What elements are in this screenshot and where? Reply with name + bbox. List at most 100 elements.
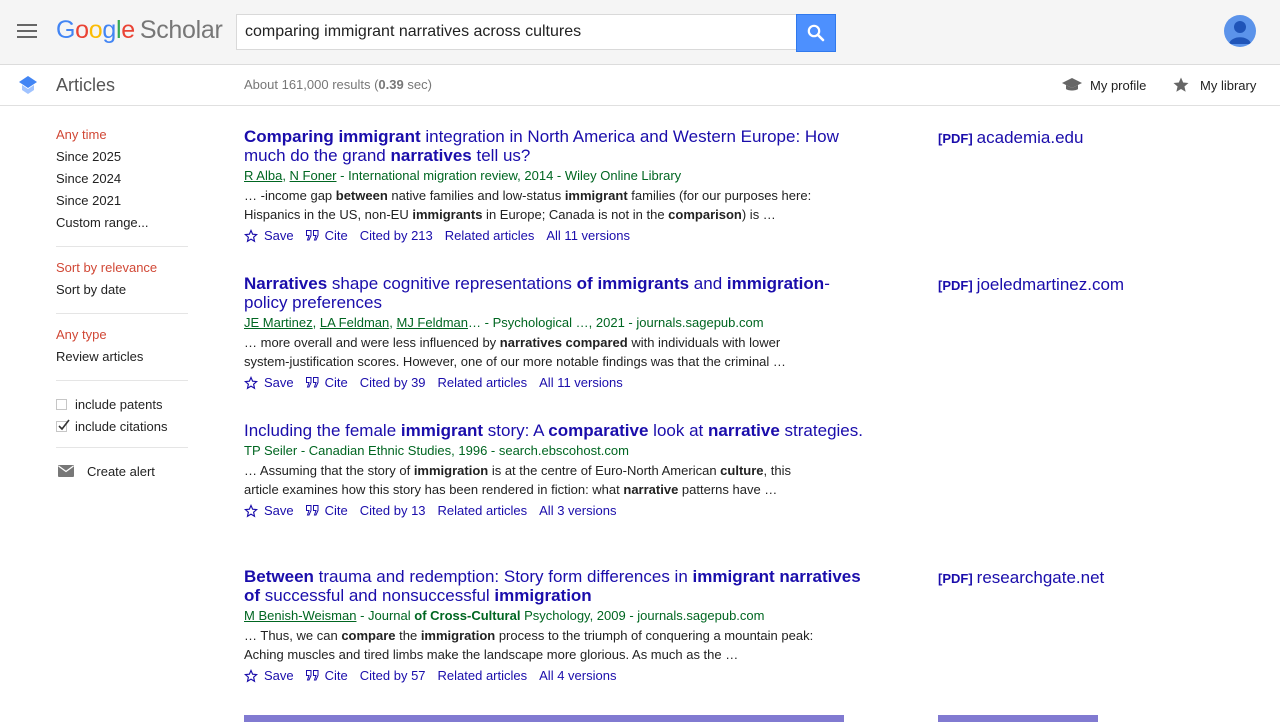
text-span: shape cognitive representations bbox=[327, 274, 577, 293]
cited-by-link[interactable]: Cited by 13 bbox=[360, 503, 426, 518]
user-icon bbox=[1229, 21, 1251, 44]
all-versions-link-label: All 11 versions bbox=[539, 375, 623, 390]
text-span: the bbox=[395, 628, 421, 643]
filter-any-type[interactable]: Any type bbox=[56, 326, 188, 348]
cited-by-link[interactable]: Cited by 57 bbox=[360, 668, 426, 683]
my-library-label: My library bbox=[1200, 77, 1257, 93]
hamburger-menu-icon[interactable] bbox=[17, 24, 37, 40]
cited-by-link[interactable]: Cited by 39 bbox=[360, 375, 426, 390]
checkbox-checked[interactable] bbox=[56, 419, 70, 432]
author-link[interactable]: LA Feldman bbox=[320, 315, 389, 330]
text-span: patterns have … bbox=[678, 482, 778, 497]
filter-any-time[interactable]: Any time bbox=[56, 126, 188, 148]
text-span: look at bbox=[648, 421, 708, 440]
filter-since-2025[interactable]: Since 2025 bbox=[56, 148, 188, 170]
cite-button[interactable]: Cite bbox=[305, 228, 348, 243]
highlighted-term: immigration bbox=[413, 463, 489, 478]
text-span: trauma and redemption: Story form differ… bbox=[313, 567, 693, 586]
author-link[interactable]: R Alba bbox=[244, 168, 282, 183]
result-actions: Save Cite Cited by 13 Related articles All 3… bbox=[244, 501, 864, 520]
cite-button[interactable]: Cite bbox=[305, 375, 348, 390]
author-link[interactable]: MJ Feldman bbox=[396, 315, 468, 330]
text-span: Psychology, 2009 - journals.sagepub.com bbox=[520, 608, 765, 623]
all-versions-link-label: All 3 versions bbox=[539, 503, 617, 518]
result-title-link[interactable]: Including the female immigrant story: A … bbox=[244, 421, 864, 440]
create-alert-label: Create alert bbox=[87, 463, 155, 479]
cite-button-label: Cite bbox=[324, 228, 348, 243]
save-button[interactable]: Save bbox=[244, 503, 294, 518]
search-input[interactable] bbox=[237, 15, 796, 49]
search-button[interactable] bbox=[796, 14, 836, 52]
filter-since-2024[interactable]: Since 2024 bbox=[56, 170, 188, 192]
all-versions-link[interactable]: All 11 versions bbox=[546, 228, 630, 243]
logo-google: Google bbox=[56, 16, 135, 44]
text-span: … Thus, we can bbox=[244, 628, 342, 643]
result-authors-source: R Alba, N Foner - International migratio… bbox=[244, 167, 864, 184]
graduation-cap-icon bbox=[1062, 78, 1082, 91]
pdf-link[interactable]: [PDF] joeledmartinez.com bbox=[938, 275, 1124, 295]
filter-review-articles[interactable]: Review articles bbox=[56, 348, 188, 370]
my-profile-link[interactable]: My profile bbox=[1062, 75, 1146, 95]
result-actions: Save Cite Cited by 57 Related articles All 4… bbox=[244, 666, 864, 685]
text-span: - Journal bbox=[356, 608, 415, 623]
text-span: … Assuming that the story of bbox=[244, 463, 414, 478]
pdf-tag: [PDF] bbox=[938, 278, 973, 293]
result-snippet: … -income gap between native families an… bbox=[244, 186, 814, 224]
all-versions-link-label: All 4 versions bbox=[539, 668, 617, 683]
author-link[interactable]: JE Martinez bbox=[244, 315, 313, 330]
related-articles-link-label: Related articles bbox=[437, 668, 528, 683]
save-button[interactable]: Save bbox=[244, 375, 294, 390]
google-scholar-logo[interactable]: Google Scholar bbox=[56, 14, 223, 46]
checkmark-icon bbox=[58, 419, 70, 430]
cite-button[interactable]: Cite bbox=[305, 503, 348, 518]
text-span: story: A bbox=[483, 421, 549, 440]
create-alert-link[interactable]: Create alert bbox=[56, 460, 188, 482]
filter-since-2021[interactable]: Since 2021 bbox=[56, 192, 188, 214]
save-button-label: Save bbox=[264, 503, 294, 518]
result-title-link[interactable]: Narratives shape cognitive representatio… bbox=[244, 274, 864, 312]
all-versions-link[interactable]: All 4 versions bbox=[539, 668, 616, 683]
pdf-tag: [PDF] bbox=[938, 131, 973, 146]
related-articles-link[interactable]: Related articles bbox=[438, 503, 528, 518]
text-span: Including the female bbox=[244, 421, 401, 440]
checkbox-unchecked[interactable] bbox=[56, 398, 67, 410]
all-versions-link[interactable]: All 3 versions bbox=[539, 503, 616, 518]
highlighted-term: comparative bbox=[548, 421, 649, 440]
cited-by-link[interactable]: Cited by 213 bbox=[360, 228, 433, 243]
text-span: native families and low-status bbox=[387, 188, 565, 203]
author-link[interactable]: N Foner bbox=[290, 168, 337, 183]
pdf-link[interactable]: [PDF] researchgate.net bbox=[938, 568, 1104, 588]
include-citations-checkbox[interactable]: include citations bbox=[56, 415, 188, 437]
save-button[interactable]: Save bbox=[244, 668, 294, 683]
text-span: tell us? bbox=[471, 146, 531, 165]
text-span: successful and nonsuccessful bbox=[260, 586, 495, 605]
result-source: - International migration review, 2014 -… bbox=[336, 168, 682, 183]
result-title-link[interactable]: Between trauma and redemption: Story for… bbox=[244, 567, 864, 605]
star-outline-icon bbox=[244, 375, 258, 389]
highlighted-term: narratives bbox=[390, 146, 472, 165]
cite-button[interactable]: Cite bbox=[305, 668, 348, 683]
related-articles-link[interactable]: Related articles bbox=[438, 375, 528, 390]
save-button[interactable]: Save bbox=[244, 228, 294, 243]
filter-custom-range[interactable]: Custom range... bbox=[56, 214, 188, 236]
sort-by-date[interactable]: Sort by date bbox=[56, 281, 188, 303]
pdf-link[interactable]: [PDF] academia.edu bbox=[938, 128, 1083, 148]
related-articles-link[interactable]: Related articles bbox=[438, 668, 528, 683]
highlighted-term: narratives compared bbox=[499, 335, 628, 350]
all-versions-link[interactable]: All 11 versions bbox=[539, 375, 623, 390]
sort-by-relevance[interactable]: Sort by relevance bbox=[56, 259, 188, 281]
my-library-link[interactable]: My library bbox=[1172, 75, 1256, 95]
related-articles-link[interactable]: Related articles bbox=[445, 228, 535, 243]
search-result: Narratives shape cognitive representatio… bbox=[244, 274, 864, 392]
truncated-next-result bbox=[244, 715, 1098, 722]
pdf-source: researchgate.net bbox=[976, 568, 1105, 587]
result-title-link[interactable]: Comparing immigrant integration in North… bbox=[244, 127, 864, 165]
pdf-source: academia.edu bbox=[976, 128, 1084, 147]
result-snippet: … Assuming that the story of immigration… bbox=[244, 461, 814, 499]
separator: , bbox=[282, 168, 290, 183]
highlighted-term: narrative bbox=[623, 482, 679, 497]
author-link[interactable]: M Benish-Weisman bbox=[244, 608, 356, 623]
text-span: and bbox=[689, 274, 727, 293]
include-patents-checkbox[interactable]: include patents bbox=[56, 393, 188, 415]
account-avatar[interactable] bbox=[1224, 15, 1256, 47]
